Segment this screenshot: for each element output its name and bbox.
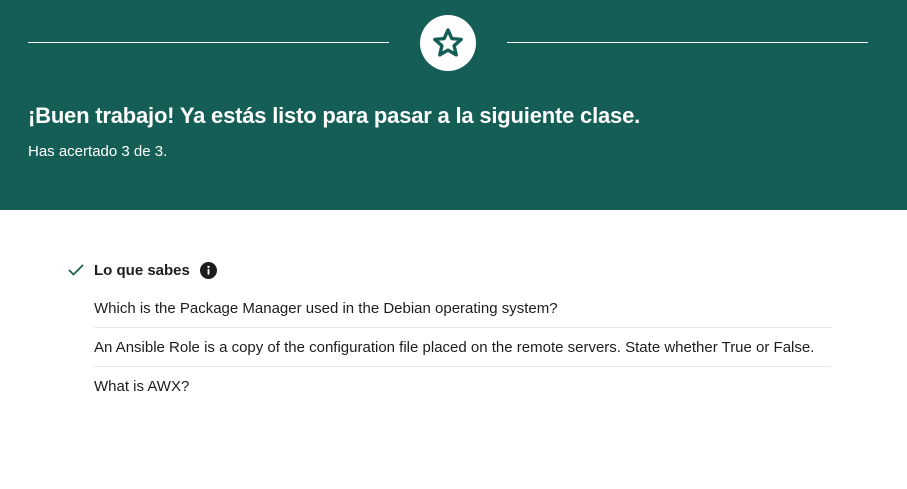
check-icon [68,264,84,276]
question-text: Which is the Package Manager used in the… [94,299,558,317]
banner-divider-right [507,42,868,43]
banner-divider-left [28,42,389,43]
question-text: What is AWX? [94,378,190,395]
score-text: Has acertado 3 de 3. [28,143,168,160]
info-icon[interactable] [199,261,217,279]
result-banner: ¡Buen trabajo! Ya estás listo para pasar… [0,0,907,210]
star-badge [420,15,476,71]
star-icon [433,28,463,57]
question-item: Which is the Package Manager used in the… [94,289,831,328]
question-text: An Ansible Role is a copy of the configu… [94,338,815,356]
question-item: An Ansible Role is a copy of the configu… [94,328,831,367]
what-you-know-header: Lo que sabes [68,259,217,281]
section-title: Lo que sabes [94,261,190,279]
question-list: Which is the Package Manager used in the… [94,289,831,406]
question-item: What is AWX? [94,367,831,406]
congrats-headline: ¡Buen trabajo! Ya estás listo para pasar… [28,103,641,128]
